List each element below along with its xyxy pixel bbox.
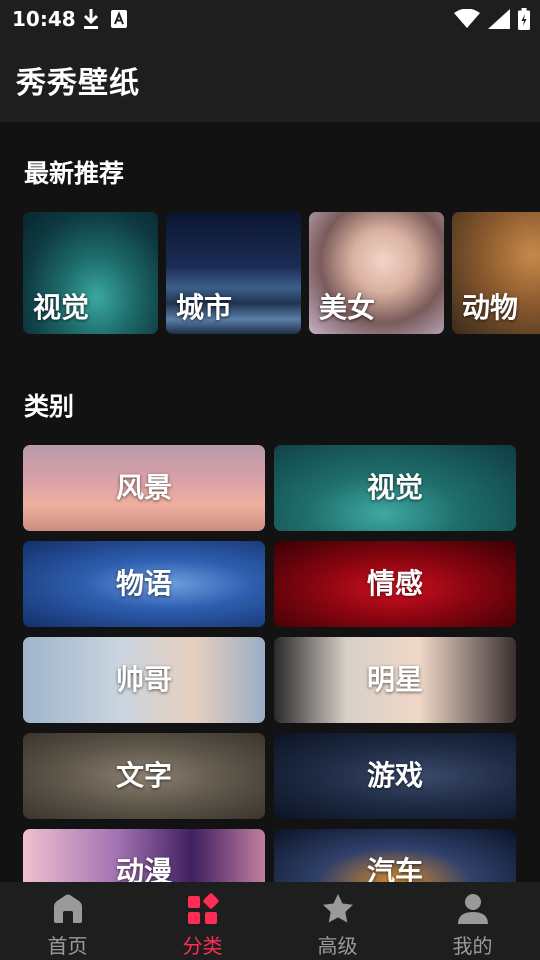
recommend-card[interactable]: 美女: [309, 212, 444, 334]
category-card-label: 帅哥: [115, 663, 172, 696]
category-card[interactable]: 物语: [23, 541, 265, 627]
category-card[interactable]: 情感: [274, 541, 516, 627]
category-card-label: 风景: [115, 471, 172, 504]
app-bar: 秀秀壁纸: [0, 38, 540, 122]
category-card[interactable]: 游戏: [274, 733, 516, 819]
app-title: 秀秀壁纸: [16, 66, 140, 101]
recommend-card[interactable]: 动物: [452, 212, 540, 334]
battery-icon: [518, 8, 530, 30]
nav-label: 首页: [47, 934, 88, 958]
status-time: 10:48: [12, 7, 76, 31]
home-icon: [53, 894, 82, 923]
category-card[interactable]: 风景: [23, 445, 265, 531]
category-card-label: 游戏: [366, 759, 423, 792]
nav-label: 高级: [317, 934, 358, 958]
nav-item-premium[interactable]: 高级: [270, 882, 405, 960]
person-icon: [457, 894, 488, 924]
bottom-nav: 首页 分类 高级 我的: [0, 882, 540, 960]
font-icon: [111, 10, 127, 28]
category-card-label: 情感: [366, 567, 423, 600]
nav-item-home[interactable]: 首页: [0, 882, 135, 960]
category-card[interactable]: 汽车: [274, 829, 516, 882]
recommend-card-label: 城市: [176, 291, 233, 324]
category-card[interactable]: 明星: [274, 637, 516, 723]
download-icon: [83, 9, 99, 29]
category-icon: [187, 893, 219, 924]
category-card[interactable]: 动漫: [23, 829, 265, 882]
status-bar: 10:48: [0, 0, 540, 38]
category-grid: 风景 视觉 物语 情感 帅哥 明星 文字 游戏 动漫 汽车: [23, 445, 517, 882]
category-card[interactable]: 视觉: [274, 445, 516, 531]
recommend-card[interactable]: 城市: [166, 212, 301, 334]
category-card-label: 视觉: [366, 471, 423, 504]
nav-label: 分类: [182, 934, 223, 958]
recommend-title: 最新推荐: [24, 159, 125, 188]
nav-item-category[interactable]: 分类: [135, 882, 270, 960]
star-icon: [322, 894, 353, 923]
nav-item-profile[interactable]: 我的: [405, 882, 540, 960]
category-card-label: 明星: [366, 663, 423, 696]
nav-label: 我的: [452, 934, 493, 958]
category-card[interactable]: 文字: [23, 733, 265, 819]
categories-title: 类别: [24, 392, 75, 421]
category-card-label: 物语: [115, 567, 172, 600]
category-card-label: 动漫: [115, 855, 172, 882]
recommend-carousel[interactable]: 视觉 城市 美女 动物: [23, 212, 540, 334]
recommend-card-label: 美女: [319, 291, 376, 324]
recommend-card-label: 动物: [462, 291, 519, 324]
category-card-label: 文字: [115, 759, 172, 792]
recommend-card[interactable]: 视觉: [23, 212, 158, 334]
category-card-label: 汽车: [366, 855, 423, 882]
wifi-icon: [454, 9, 480, 28]
category-card[interactable]: 帅哥: [23, 637, 265, 723]
recommend-card-label: 视觉: [33, 291, 90, 324]
signal-icon: [488, 9, 510, 29]
